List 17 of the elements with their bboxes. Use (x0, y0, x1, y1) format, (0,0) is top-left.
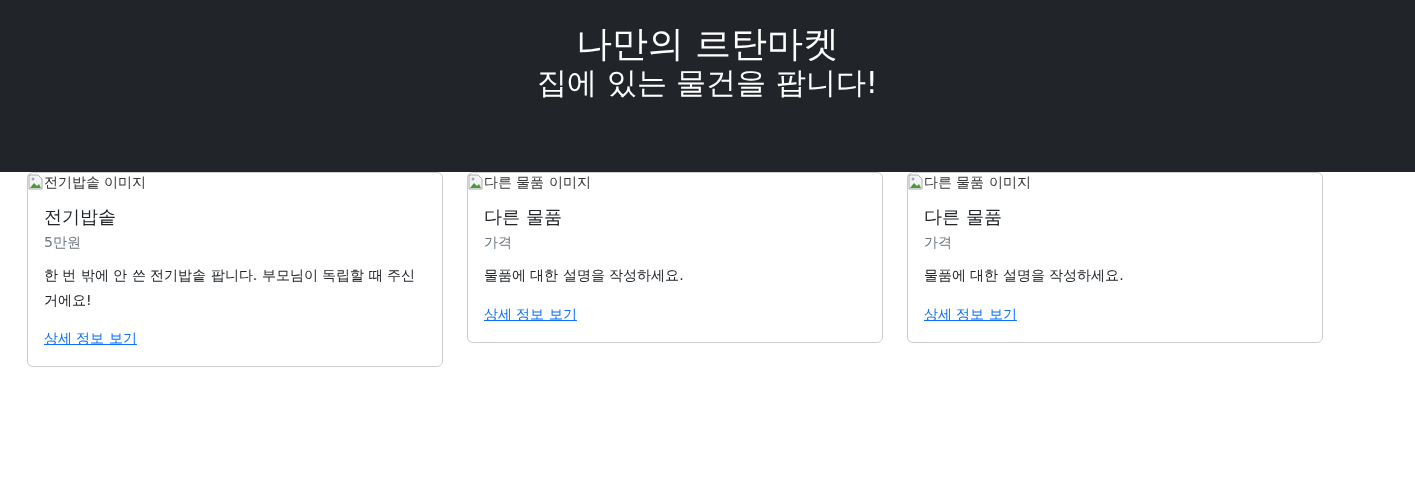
product-title: 전기밥솥 (44, 205, 117, 230)
site-subtitle: 집에 있는 물건을 팝니다! (536, 65, 879, 102)
image-alt-text: 다른 물품 이미지 (484, 173, 591, 192)
product-description: 물품에 대한 설명을 작성하세요. (484, 266, 685, 286)
product-title: 다른 물품 (924, 205, 1003, 230)
image-alt-text: 전기밥솥 이미지 (44, 173, 147, 192)
image-alt-text: 다른 물품 이미지 (924, 173, 1031, 192)
product-price: 5만원 (44, 233, 82, 253)
site-title: 나만의 르탄마켓 (574, 22, 841, 66)
product-title: 다른 물품 (484, 205, 563, 230)
product-description: 한 번 밖에 안 쓴 전기밥솥 팝니다. 부모님이 독립할 때 주신 거에요! (44, 266, 416, 310)
product-description: 물품에 대한 설명을 작성하세요. (924, 266, 1125, 286)
product-price: 가격 (924, 233, 953, 253)
details-link[interactable]: 상세 정보 보기 (484, 305, 577, 322)
details-link[interactable]: 상세 정보 보기 (924, 305, 1017, 322)
details-link[interactable]: 상세 정보 보기 (44, 330, 137, 347)
product-price: 가격 (484, 233, 513, 253)
